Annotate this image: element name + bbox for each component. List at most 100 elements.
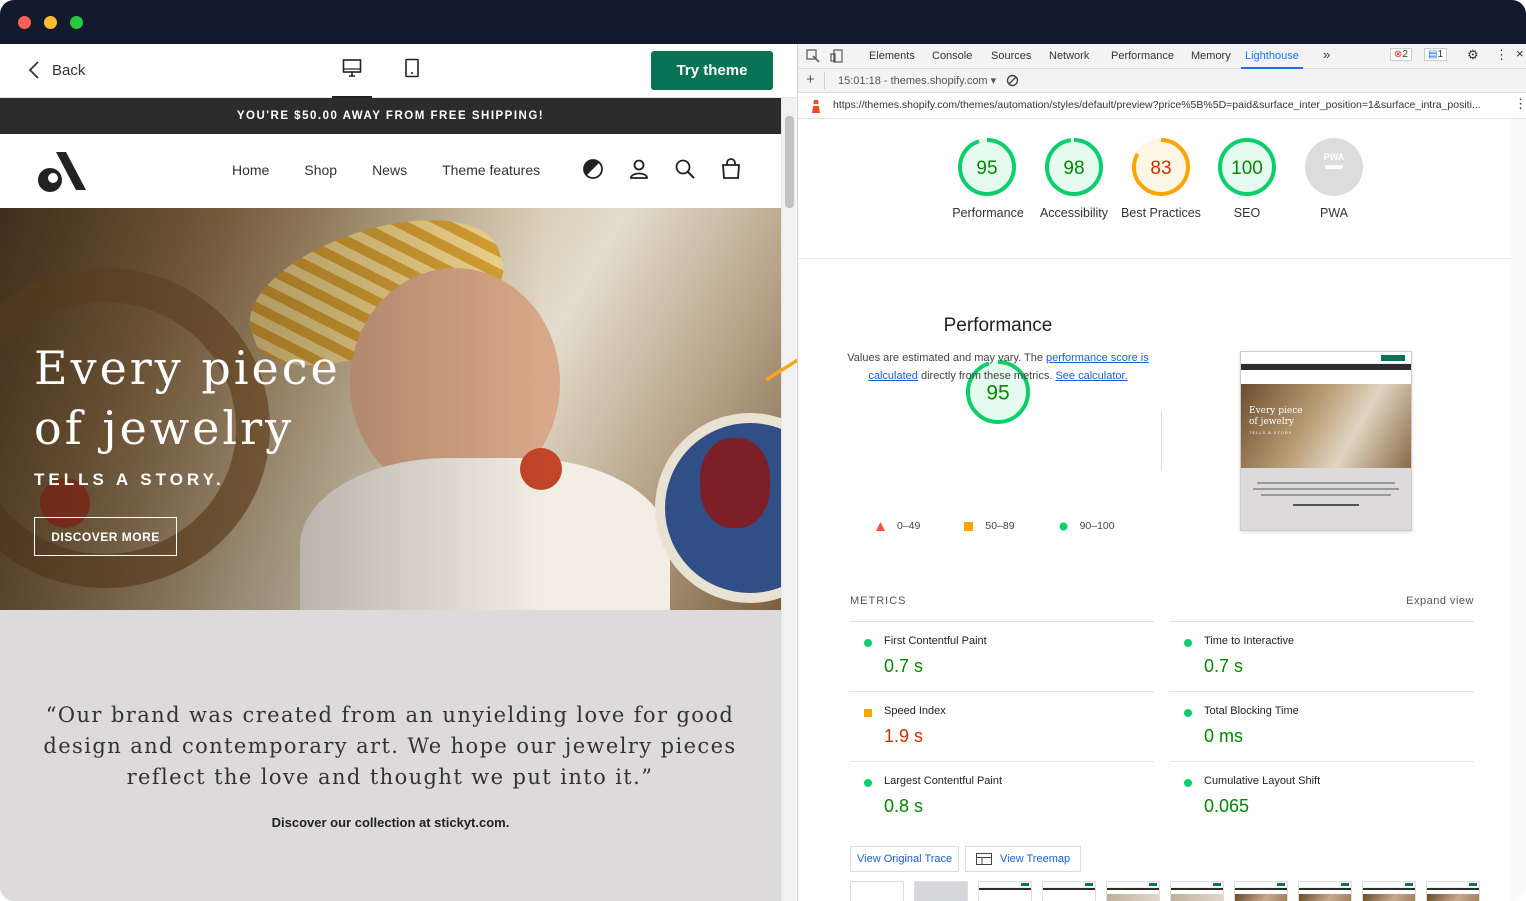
message-count-badge[interactable]: ▤1: [1424, 48, 1448, 61]
audited-url-bar: https://themes.shopify.com/themes/automa…: [798, 93, 1526, 119]
pass-circle-icon: [1184, 639, 1192, 647]
kebab-menu-icon[interactable]: ⋮: [1495, 47, 1508, 63]
screenshot-try-button: [1381, 355, 1405, 361]
more-tabs-icon[interactable]: »: [1323, 47, 1330, 62]
tab-memory[interactable]: Memory: [1191, 50, 1231, 62]
tab-elements[interactable]: Elements: [869, 50, 915, 62]
tab-console[interactable]: Console: [932, 50, 972, 62]
new-report-icon[interactable]: +: [806, 71, 815, 88]
metric-item: Largest Contentful Paint 0.8 s: [850, 761, 1154, 831]
gauge-label-pwa: PWA: [1319, 206, 1348, 220]
minimize-window-button[interactable]: [44, 16, 57, 29]
brand-quote-section: “Our brand was created from an unyieldin…: [0, 610, 781, 901]
view-treemap-button[interactable]: View Treemap: [965, 846, 1082, 872]
filmstrip-frame[interactable]: [978, 881, 1032, 901]
frame-part: [1427, 894, 1479, 901]
mobile-view-button[interactable]: [392, 52, 432, 98]
expand-view-toggle[interactable]: Expand view: [1406, 595, 1474, 607]
audited-url[interactable]: https://themes.shopify.com/themes/automa…: [833, 99, 1481, 111]
filmstrip-frame[interactable]: [1298, 881, 1352, 901]
contrast-icon[interactable]: [582, 158, 604, 180]
hero-subtitle: TELLS A STORY.: [34, 470, 225, 489]
frame-part: [979, 888, 1031, 890]
summary-divider: [1161, 411, 1162, 471]
screenshot-line: [1257, 482, 1395, 484]
brand-logo[interactable]: [36, 150, 88, 197]
scrollbar-thumb[interactable]: [785, 116, 794, 208]
tab-sources[interactable]: Sources: [991, 50, 1031, 62]
view-original-trace-button[interactable]: View Original Trace: [850, 846, 960, 872]
score-gauges: 95 98 83 100 PWA Performance Accessibility B…: [798, 119, 1526, 259]
gauge-accessibility[interactable]: 98: [1045, 138, 1103, 196]
url-menu-icon[interactable]: ⋮: [1514, 96, 1526, 112]
report-selector[interactable]: 15:01:18 - themes.shopify.com ▾: [838, 74, 996, 87]
cart-icon[interactable]: [720, 158, 742, 180]
maximize-window-button[interactable]: [70, 16, 83, 29]
tab-network[interactable]: Network: [1049, 50, 1089, 62]
device-toolbar-icon[interactable]: [830, 49, 844, 63]
desktop-view-button[interactable]: [332, 52, 372, 98]
close-devtools-icon[interactable]: ×: [1516, 46, 1524, 61]
frame-part: [1427, 882, 1479, 888]
filmstrip-frame[interactable]: [1042, 881, 1096, 901]
filmstrip-frame[interactable]: [1234, 881, 1288, 901]
preview-toolbar: Back Try theme: [0, 44, 796, 98]
try-theme-button[interactable]: Try theme: [651, 51, 773, 90]
metrics-title: METRICS: [850, 595, 907, 607]
score-gauge-row: 95 98 83 100 PWA: [958, 138, 1363, 196]
tab-lighthouse[interactable]: Lighthouse: [1241, 44, 1303, 69]
performance-summary: Performance Values are estimated and may…: [838, 311, 1158, 385]
settings-gear-icon[interactable]: ⚙: [1467, 47, 1479, 63]
filmstrip-frame[interactable]: [1362, 881, 1416, 901]
filmstrip-frame[interactable]: [850, 881, 904, 901]
note-text: directly from these metrics.: [917, 370, 1056, 382]
tab-performance[interactable]: Performance: [1111, 50, 1174, 62]
filmstrip-frame[interactable]: [1106, 881, 1160, 901]
pass-circle-icon: [1184, 709, 1192, 717]
frame-part: [1235, 882, 1287, 888]
pass-circle-icon: [864, 639, 872, 647]
preview-scrollbar[interactable]: [781, 98, 796, 901]
filmstrip-frame[interactable]: [1426, 881, 1480, 901]
frame-part: [1107, 888, 1159, 890]
nav-link-shop[interactable]: Shop: [304, 162, 337, 178]
close-window-button[interactable]: [18, 16, 31, 29]
metric-label: First Contentful Paint: [884, 635, 987, 647]
devtools-scrollbar[interactable]: [1511, 119, 1526, 901]
average-square-icon: [864, 709, 872, 717]
search-icon[interactable]: [674, 158, 696, 180]
note-text: Values are estimated and may vary. The: [847, 352, 1046, 364]
site-nav: Home Shop News Theme features: [232, 162, 540, 178]
inspect-icon[interactable]: [806, 49, 820, 63]
gauge-seo[interactable]: 100: [1218, 138, 1276, 196]
filmstrip-frame[interactable]: [914, 881, 968, 901]
screenshot-quote: [1241, 468, 1411, 530]
metric-item: Time to Interactive 0.7 s: [1170, 621, 1474, 691]
pass-circle-icon: [1184, 779, 1192, 787]
metric-label: Speed Index: [884, 705, 946, 717]
clear-reports-icon[interactable]: [1006, 74, 1019, 87]
dropdown-caret-icon: ▾: [990, 75, 997, 87]
gauge-performance[interactable]: 95: [958, 138, 1016, 196]
desktop-icon: [342, 59, 362, 77]
final-screenshot[interactable]: Every piece of jewelry TELLS A STORY: [1240, 351, 1412, 531]
header-icons: [582, 158, 742, 180]
nav-link-theme-features[interactable]: Theme features: [442, 162, 540, 178]
announcement-bar: YOU'RE $50.00 AWAY FROM FREE SHIPPING!: [0, 98, 781, 134]
discover-more-button[interactable]: DISCOVER MORE: [34, 517, 177, 556]
account-icon[interactable]: [628, 158, 650, 180]
nav-link-news[interactable]: News: [372, 162, 407, 178]
see-calculator-link[interactable]: See calculator.: [1055, 370, 1127, 382]
screenshot-line: [1293, 504, 1359, 506]
legend-average: 50–89: [964, 520, 1015, 532]
toolbar-divider: [824, 72, 825, 89]
device-switcher: [332, 52, 432, 98]
filmstrip-frame[interactable]: [1170, 881, 1224, 901]
chevron-left-icon: [28, 61, 39, 79]
quote-cta[interactable]: Discover our collection at stickyt.com.: [0, 815, 781, 830]
error-count-badge[interactable]: ⊗2: [1390, 48, 1412, 61]
back-button[interactable]: Back: [28, 60, 85, 80]
gauge-best-practices[interactable]: 83: [1132, 138, 1190, 196]
gauge-pwa[interactable]: PWA: [1305, 138, 1363, 196]
nav-link-home[interactable]: Home: [232, 162, 269, 178]
